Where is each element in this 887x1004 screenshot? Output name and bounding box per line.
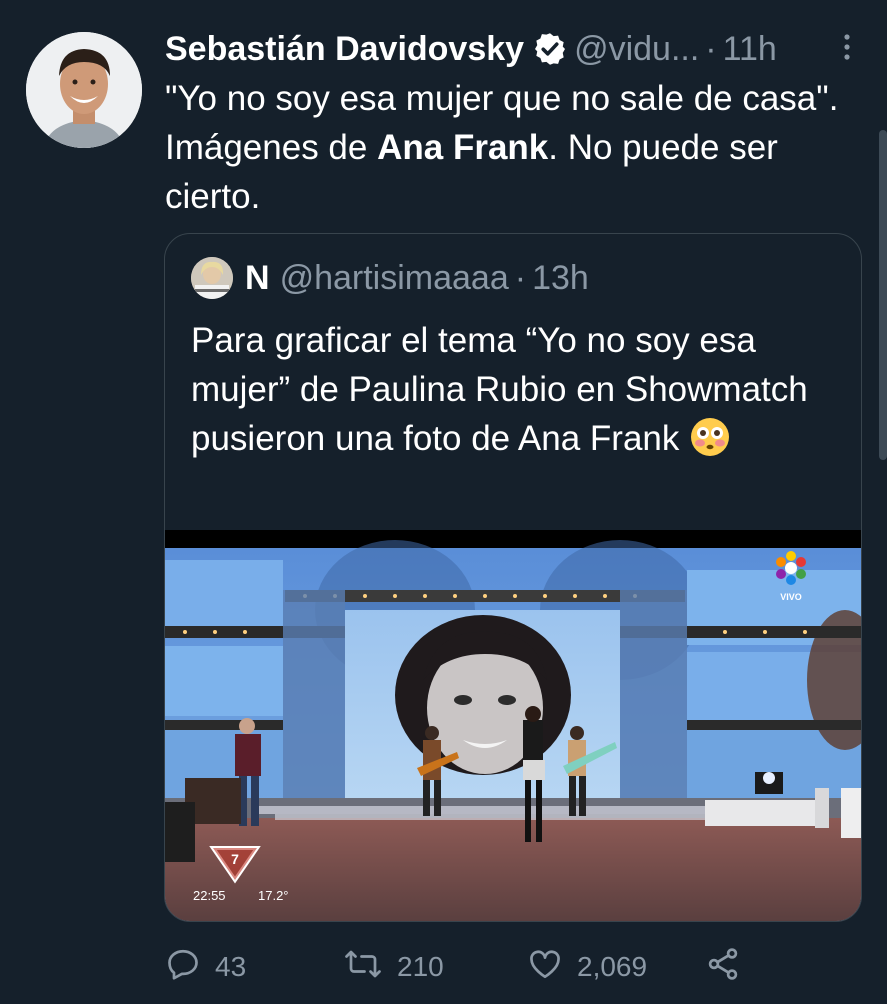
- tweet-detail-page: Sebastián Davidovsky @vidu... · 11h "Yo …: [0, 0, 887, 1004]
- flushed-face-emoji-icon: [689, 416, 731, 458]
- more-options-icon[interactable]: [839, 32, 855, 62]
- tv-temperature: 17.2°: [258, 888, 289, 903]
- tweet-text: "Yo no soy esa mujer que no sale de casa…: [165, 74, 865, 221]
- retweet-count: 210: [397, 951, 444, 982]
- quoted-tweet-header: N @hartisimaaaa · 13h: [191, 256, 589, 300]
- reply-icon: [165, 946, 215, 989]
- tweet-time[interactable]: 11h: [723, 30, 777, 69]
- quoted-tweet-time: 13h: [532, 258, 589, 297]
- tweet-header: Sebastián Davidovsky @vidu... · 11h: [165, 27, 857, 71]
- share-button[interactable]: [705, 942, 755, 992]
- share-icon: [705, 946, 755, 989]
- quoted-tweet-text: Para graficar el tema “Yo no soy esa muj…: [191, 316, 841, 463]
- retweet-icon: [343, 946, 397, 989]
- reply-button[interactable]: 43: [165, 942, 246, 992]
- author-name[interactable]: Sebastián Davidovsky: [165, 30, 524, 69]
- tweet-media-image[interactable]: VIVO 7 22:55 17.2°: [165, 530, 861, 921]
- scrollbar[interactable]: [879, 130, 887, 460]
- tv-clock: 22:55: [193, 888, 226, 903]
- live-label: VIVO: [780, 592, 802, 602]
- like-count: 2,069: [577, 951, 648, 982]
- quoted-tweet-card[interactable]: N @hartisimaaaa · 13h Para graficar el t…: [164, 233, 862, 922]
- quoted-separator-dot: ·: [514, 258, 527, 297]
- tweet-text-bold: Ana Frank: [377, 128, 549, 167]
- separator-dot: ·: [705, 29, 717, 68]
- quoted-author-name: N: [245, 258, 270, 297]
- svg-text:7: 7: [231, 851, 239, 867]
- verified-badge-icon: [532, 31, 568, 67]
- author-handle[interactable]: @vidu...: [574, 30, 699, 69]
- tweet-action-bar: 43 210 2,069: [165, 942, 765, 992]
- like-button[interactable]: 2,069: [527, 942, 647, 992]
- author-avatar[interactable]: [26, 32, 142, 148]
- reply-count: 43: [215, 951, 247, 982]
- quoted-author-handle: @hartisimaaaa: [279, 258, 509, 297]
- retweet-button[interactable]: 210: [343, 942, 444, 992]
- quoted-author-avatar: [191, 257, 233, 299]
- like-icon: [527, 946, 577, 989]
